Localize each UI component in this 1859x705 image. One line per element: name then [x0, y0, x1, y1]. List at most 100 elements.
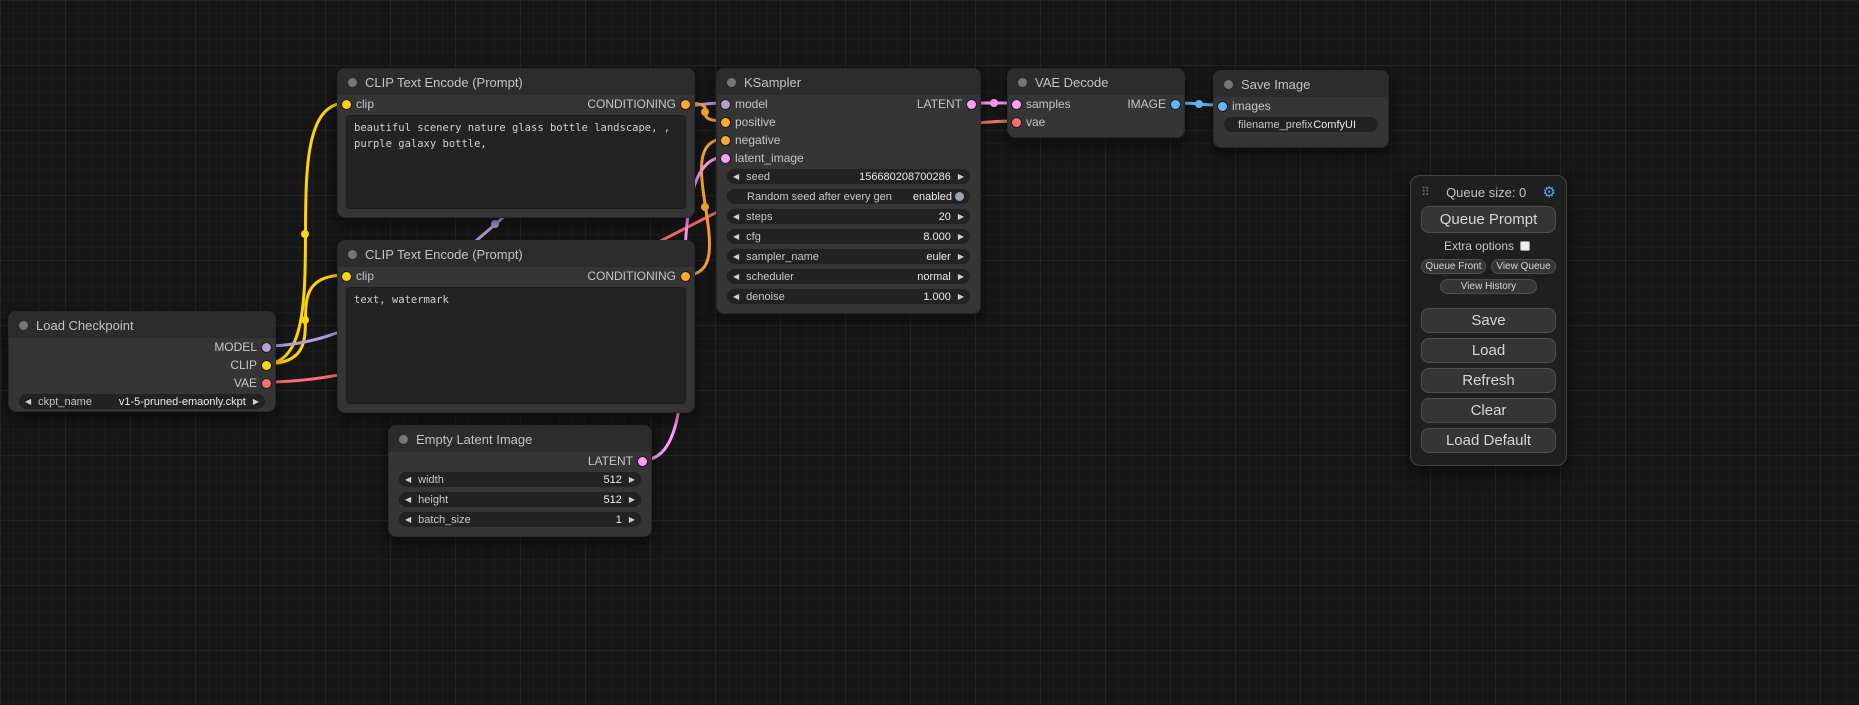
- input-slot-vae[interactable]: vae: [1012, 115, 1045, 129]
- decrement-icon[interactable]: ◀: [733, 233, 739, 241]
- load-button[interactable]: Load: [1421, 338, 1556, 363]
- widget-batch-size[interactable]: ◀ batch_size 1 ▶: [399, 512, 641, 527]
- output-slot-conditioning[interactable]: CONDITIONING: [587, 97, 690, 111]
- clip-port-icon[interactable]: [342, 100, 351, 109]
- node-clip-text-encode-negative[interactable]: CLIP Text Encode (Prompt) clip CONDITION…: [337, 240, 695, 413]
- node-save-image[interactable]: Save Image images filename_prefix ComfyU…: [1213, 70, 1389, 148]
- latent-port-icon[interactable]: [1012, 100, 1021, 109]
- decrement-icon[interactable]: ◀: [405, 496, 411, 504]
- widget-scheduler[interactable]: ◀ scheduler normal ▶: [727, 269, 970, 284]
- settings-gear-icon[interactable]: ⚙: [1543, 185, 1556, 200]
- output-slot-conditioning[interactable]: CONDITIONING: [587, 269, 690, 283]
- refresh-button[interactable]: Refresh: [1421, 368, 1556, 393]
- node-titlebar[interactable]: Empty Latent Image: [389, 426, 651, 452]
- node-empty-latent-image[interactable]: Empty Latent Image LATENT ◀ width 512 ▶ …: [388, 425, 652, 537]
- latent-port-icon[interactable]: [967, 100, 976, 109]
- increment-icon[interactable]: ▶: [958, 213, 964, 221]
- output-slot-latent[interactable]: LATENT: [917, 97, 976, 111]
- save-button[interactable]: Save: [1421, 308, 1556, 333]
- node-titlebar[interactable]: CLIP Text Encode (Prompt): [338, 69, 694, 95]
- output-slot-clip[interactable]: CLIP: [230, 358, 271, 372]
- input-slot-latent-image[interactable]: latent_image: [721, 151, 804, 165]
- view-queue-button[interactable]: View Queue: [1491, 259, 1556, 274]
- node-load-checkpoint[interactable]: Load Checkpoint MODEL CLIP VAE ◀ ckpt_na…: [8, 311, 276, 412]
- increment-icon[interactable]: ▶: [958, 273, 964, 281]
- input-slot-clip[interactable]: clip: [342, 97, 374, 111]
- widget-height[interactable]: ◀ height 512 ▶: [399, 492, 641, 507]
- increment-icon[interactable]: ▶: [958, 173, 964, 181]
- input-slot-images[interactable]: images: [1218, 99, 1271, 113]
- conditioning-port-icon[interactable]: [721, 136, 730, 145]
- node-titlebar[interactable]: Load Checkpoint: [9, 312, 275, 338]
- image-port-icon[interactable]: [1171, 100, 1180, 109]
- clip-port-icon[interactable]: [342, 272, 351, 281]
- node-clip-text-encode-positive[interactable]: CLIP Text Encode (Prompt) clip CONDITION…: [337, 68, 695, 218]
- clip-port-icon[interactable]: [262, 361, 271, 370]
- increment-icon[interactable]: ▶: [253, 398, 259, 406]
- decrement-icon[interactable]: ◀: [405, 476, 411, 484]
- widget-width[interactable]: ◀ width 512 ▶: [399, 472, 641, 487]
- increment-icon[interactable]: ▶: [629, 496, 635, 504]
- widget-label: sampler_name: [746, 251, 819, 263]
- output-slot-model[interactable]: MODEL: [214, 340, 271, 354]
- conditioning-port-icon[interactable]: [681, 272, 690, 281]
- increment-icon[interactable]: ▶: [629, 516, 635, 524]
- load-default-button[interactable]: Load Default: [1421, 428, 1556, 453]
- input-slot-model[interactable]: model: [721, 97, 768, 111]
- vae-port-icon[interactable]: [1012, 118, 1021, 127]
- node-ksampler[interactable]: KSampler model LATENT positive negative …: [716, 68, 981, 314]
- decrement-icon[interactable]: ◀: [733, 173, 739, 181]
- output-slot-latent[interactable]: LATENT: [588, 454, 647, 468]
- decrement-icon[interactable]: ◀: [733, 273, 739, 281]
- widget-ckpt-name[interactable]: ◀ ckpt_name v1-5-pruned-emaonly.ckpt ▶: [19, 394, 265, 409]
- decrement-icon[interactable]: ◀: [733, 293, 739, 301]
- decrement-icon[interactable]: ◀: [733, 253, 739, 261]
- conditioning-port-icon[interactable]: [681, 100, 690, 109]
- model-port-icon[interactable]: [721, 100, 730, 109]
- input-slot-negative[interactable]: negative: [721, 133, 780, 147]
- node-titlebar[interactable]: KSampler: [717, 69, 980, 95]
- queue-front-button[interactable]: Queue Front: [1421, 259, 1486, 274]
- widget-sampler-name[interactable]: ◀ sampler_name euler ▶: [727, 249, 970, 264]
- widget-steps[interactable]: ◀ steps 20 ▶: [727, 209, 970, 224]
- prompt-text-input[interactable]: beautiful scenery nature glass bottle la…: [346, 115, 686, 209]
- decrement-icon[interactable]: ◀: [25, 398, 31, 406]
- vae-port-icon[interactable]: [262, 379, 271, 388]
- menu-header: ⠿ Queue size: 0 ⚙: [1421, 183, 1556, 201]
- latent-port-icon[interactable]: [721, 154, 730, 163]
- increment-icon[interactable]: ▶: [958, 293, 964, 301]
- toggle-icon[interactable]: [955, 192, 964, 201]
- drag-handle-icon[interactable]: ⠿: [1421, 185, 1430, 199]
- conditioning-port-icon[interactable]: [721, 118, 730, 127]
- prompt-text-input[interactable]: text, watermark: [346, 287, 686, 404]
- input-slot-samples[interactable]: samples: [1012, 97, 1071, 111]
- increment-icon[interactable]: ▶: [629, 476, 635, 484]
- widget-filename-prefix[interactable]: filename_prefix ComfyUI: [1224, 117, 1378, 132]
- model-port-icon[interactable]: [262, 343, 271, 352]
- node-titlebar[interactable]: Save Image: [1214, 71, 1388, 97]
- widget-label: ckpt_name: [38, 396, 92, 408]
- node-title: Load Checkpoint: [36, 318, 134, 333]
- extra-options-checkbox[interactable]: [1520, 241, 1530, 251]
- node-vae-decode[interactable]: VAE Decode samples IMAGE vae: [1007, 68, 1185, 138]
- widget-random-seed-toggle[interactable]: Random seed after every gen enabled: [727, 189, 970, 204]
- decrement-icon[interactable]: ◀: [405, 516, 411, 524]
- increment-icon[interactable]: ▶: [958, 253, 964, 261]
- node-titlebar[interactable]: VAE Decode: [1008, 69, 1184, 95]
- output-slot-vae[interactable]: VAE: [234, 376, 271, 390]
- widget-denoise[interactable]: ◀ denoise 1.000 ▶: [727, 289, 970, 304]
- node-titlebar[interactable]: CLIP Text Encode (Prompt): [338, 241, 694, 267]
- queue-prompt-button[interactable]: Queue Prompt: [1421, 206, 1556, 233]
- increment-icon[interactable]: ▶: [958, 233, 964, 241]
- input-slot-clip[interactable]: clip: [342, 269, 374, 283]
- output-slot-image[interactable]: IMAGE: [1127, 97, 1180, 111]
- decrement-icon[interactable]: ◀: [733, 213, 739, 221]
- input-slot-positive[interactable]: positive: [721, 115, 776, 129]
- widget-value: 8.000: [923, 231, 951, 243]
- image-port-icon[interactable]: [1218, 102, 1227, 111]
- widget-cfg[interactable]: ◀ cfg 8.000 ▶: [727, 229, 970, 244]
- view-history-button[interactable]: View History: [1440, 279, 1537, 294]
- latent-port-icon[interactable]: [638, 457, 647, 466]
- clear-button[interactable]: Clear: [1421, 398, 1556, 423]
- widget-seed[interactable]: ◀ seed 156680208700286 ▶: [727, 169, 970, 184]
